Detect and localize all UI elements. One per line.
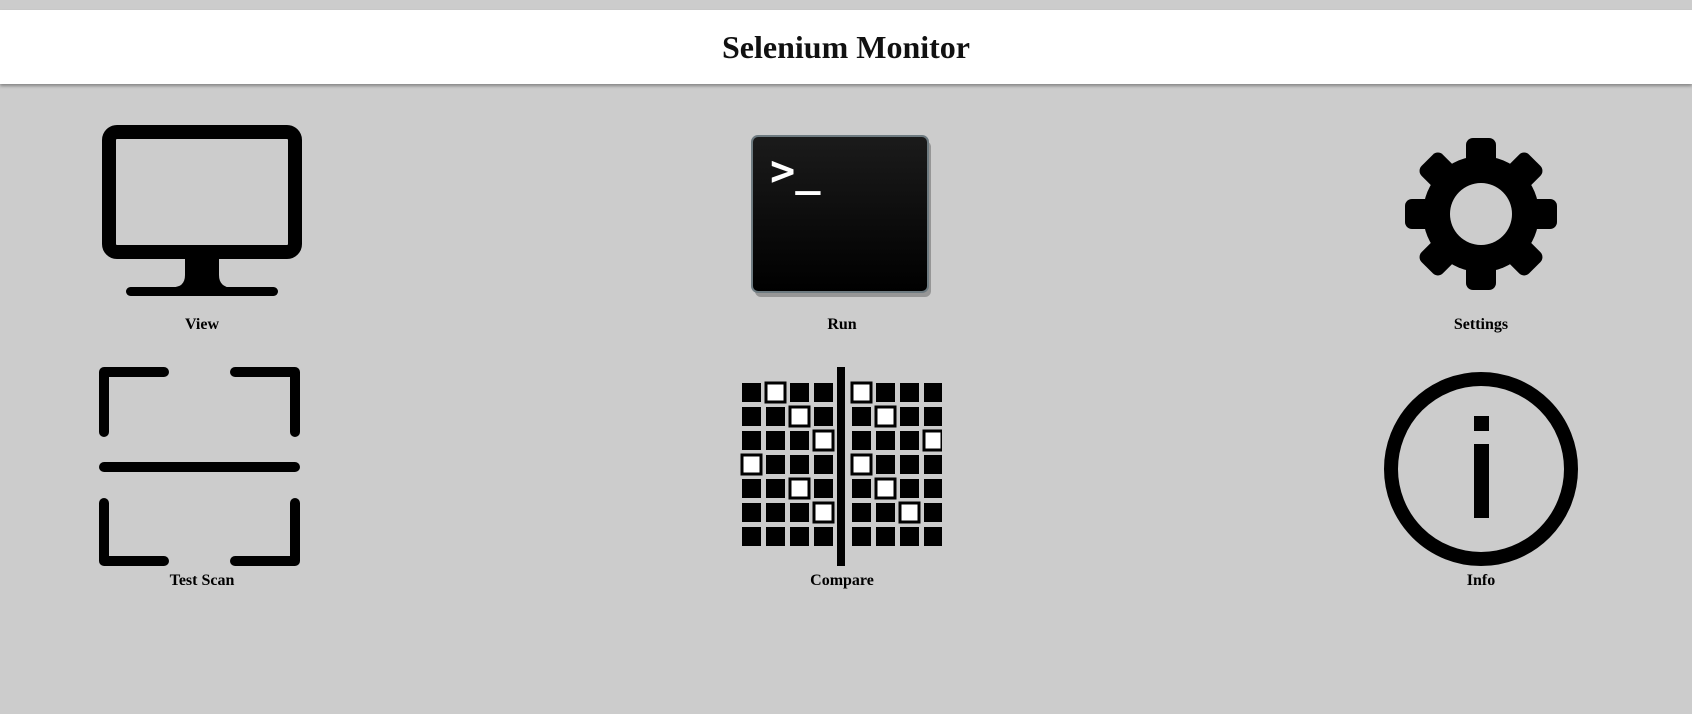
test-scan-tile[interactable]: Test Scan <box>62 362 342 592</box>
run-tile[interactable]: >_ Run <box>702 120 982 340</box>
terminal-icon: >_ <box>751 135 931 297</box>
settings-tile[interactable]: Settings <box>1341 120 1621 340</box>
view-label: View <box>184 316 220 333</box>
app-header: Selenium Monitor <box>0 10 1692 84</box>
page-title: Selenium Monitor <box>722 28 970 65</box>
monitor-icon <box>102 125 302 296</box>
gear-icon <box>1405 138 1557 290</box>
info-label: Info <box>1466 572 1496 589</box>
view-tile[interactable]: View <box>62 120 342 340</box>
info-icon <box>1384 372 1578 566</box>
compare-label: Compare <box>810 572 874 589</box>
settings-label: Settings <box>1453 316 1509 333</box>
run-label: Run <box>827 316 857 333</box>
terminal-prompt: >_ <box>770 146 821 195</box>
info-tile[interactable]: Info <box>1341 362 1621 592</box>
compare-grid-icon <box>740 367 942 566</box>
scan-icon <box>99 367 300 566</box>
test-scan-label: Test Scan <box>169 572 235 589</box>
compare-tile[interactable]: Compare <box>702 362 982 592</box>
top-strip <box>0 0 1692 10</box>
